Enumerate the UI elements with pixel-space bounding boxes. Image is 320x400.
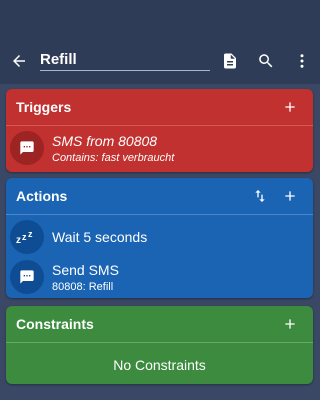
action-item-title: Send SMS — [52, 261, 119, 278]
document-icon — [224, 53, 236, 69]
sms-icon — [20, 141, 34, 155]
back-arrow-icon — [13, 55, 25, 67]
plus-icon — [285, 191, 295, 201]
macro-name-field[interactable]: Refill — [40, 51, 210, 71]
sms-icon — [20, 270, 34, 284]
trigger-icon-circle — [10, 131, 44, 165]
add-trigger-button[interactable] — [275, 92, 305, 122]
constraints-card: Constraints No Constraints — [6, 306, 313, 384]
constraints-title: Constraints — [16, 316, 94, 332]
search-button[interactable] — [248, 43, 284, 79]
back-button[interactable] — [0, 52, 38, 70]
actions-card: Actions z z z Wait 5 seconds Send SMS 80… — [6, 178, 313, 298]
action-icon-circle: z z z — [10, 220, 44, 254]
trigger-item-detail: Contains: fast verbraucht — [52, 151, 175, 164]
svg-text:z: z — [16, 235, 21, 245]
actions-title: Actions — [16, 188, 68, 204]
svg-text:z: z — [28, 229, 33, 239]
trigger-item-title: SMS from 80808 — [52, 132, 158, 149]
reorder-actions-button[interactable] — [245, 181, 275, 211]
svg-text:z: z — [22, 232, 27, 242]
app-bar: Refill — [0, 38, 320, 84]
status-bar — [0, 0, 320, 38]
macro-name-text: Refill — [40, 51, 77, 68]
add-constraint-button[interactable] — [275, 309, 305, 339]
add-action-button[interactable] — [275, 181, 305, 211]
more-options-button[interactable] — [284, 43, 320, 79]
sleep-zzz-icon: z z z — [16, 229, 33, 245]
action-item-title: Wait 5 seconds — [52, 229, 148, 245]
plus-icon — [285, 319, 295, 329]
more-vert-icon — [300, 54, 304, 68]
triggers-card: Triggers SMS from 80808 Contains: fast v… — [6, 89, 313, 172]
trigger-item[interactable]: SMS from 80808 Contains: fast verbraucht — [6, 126, 313, 170]
no-constraints-text: No Constraints — [113, 357, 206, 373]
search-icon — [259, 54, 273, 68]
action-item-detail: 80808: Refill — [52, 280, 114, 293]
action-item-wait[interactable]: z z z Wait 5 seconds — [6, 217, 313, 257]
description-button[interactable] — [212, 43, 248, 79]
plus-icon — [285, 102, 295, 112]
swap-vert-icon — [255, 190, 265, 202]
action-icon-circle — [10, 260, 44, 294]
action-item-sms[interactable]: Send SMS 80808: Refill — [6, 257, 313, 297]
triggers-title: Triggers — [16, 99, 72, 115]
